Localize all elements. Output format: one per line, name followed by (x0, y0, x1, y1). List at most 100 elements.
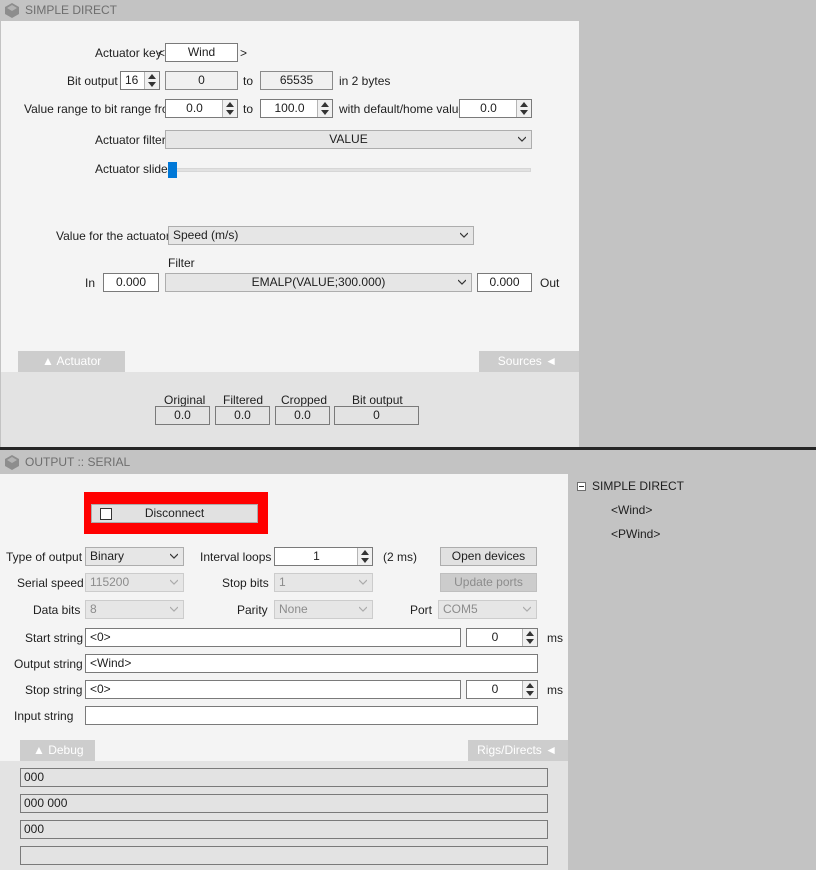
interval-loops-stepper[interactable]: 1 (274, 547, 373, 566)
parity-select[interactable]: None (274, 600, 373, 619)
tab-sources[interactable]: Sources ◄ (479, 351, 579, 372)
tree-child-item[interactable]: <PWind> (611, 527, 660, 541)
minus-icon (579, 486, 584, 487)
interval-loops-value: 1 (313, 549, 320, 563)
actuator-slider-thumb[interactable] (168, 162, 177, 178)
range-from-value: 0.0 (186, 101, 203, 115)
range-to-spin-icon[interactable] (317, 100, 332, 117)
debug-line (20, 846, 548, 865)
disconnect-button[interactable]: Disconnect (91, 504, 258, 523)
start-ms-spin-icon[interactable] (522, 629, 537, 646)
value-for-actuator-select[interactable]: Speed (m/s) (168, 226, 474, 245)
stop-ms-unit: ms (547, 683, 563, 697)
output-serial-titlebar: OUTPUT :: SERIAL (0, 452, 568, 473)
app-logo-icon (5, 3, 19, 18)
tab-debug[interactable]: ▲ Debug (20, 740, 95, 761)
stop-string-input[interactable]: <0> (85, 680, 461, 699)
bit-to-field: 65535 (260, 71, 333, 90)
chevron-down-icon (170, 579, 178, 585)
chevron-down-icon (359, 606, 367, 612)
filtered-label: Filtered (223, 393, 264, 407)
type-of-output-value: Binary (90, 549, 125, 563)
bit-output-value: 16 (125, 73, 139, 87)
type-of-output-label: Type of output (6, 550, 83, 564)
tree-collapse-toggle[interactable] (577, 482, 586, 491)
default-value-stepper[interactable]: 0.0 (459, 99, 532, 118)
stop-bits-select[interactable]: 1 (274, 573, 373, 592)
range-to-stepper[interactable]: 100.0 (260, 99, 333, 118)
window-separator (0, 447, 816, 450)
tab-actuator[interactable]: ▲ Actuator (18, 351, 125, 372)
app-logo-icon (5, 455, 19, 470)
port-select[interactable]: COM5 (438, 600, 537, 619)
original-value: 0.0 (155, 406, 210, 425)
stop-bits-value: 1 (279, 575, 286, 589)
bit-from-field: 0 (165, 71, 238, 90)
tree-root-item[interactable]: SIMPLE DIRECT (592, 479, 684, 493)
interval-ms-label: (2 ms) (383, 550, 417, 564)
chevron-down-icon (170, 606, 178, 612)
chevron-down-icon (523, 606, 531, 612)
port-label: Port (410, 603, 433, 617)
range-to-value: 100.0 (274, 101, 305, 115)
actuator-filter-select[interactable]: VALUE (165, 130, 532, 149)
bit-output-spin-icon[interactable] (144, 72, 159, 89)
out-value-field[interactable]: 0.000 (477, 273, 532, 292)
simple-direct-panel: Actuator key < Wind > Bit output 16 0 to… (1, 21, 579, 351)
bit-output-label: Bit output (67, 74, 118, 88)
bit-output-stepper[interactable]: 16 (120, 71, 160, 90)
actuator-filter-label: Actuator filter (95, 133, 166, 147)
tab-rigs-directs[interactable]: Rigs/Directs ◄ (468, 740, 568, 761)
default-value-label: with default/home value (339, 102, 466, 116)
interval-loops-label: Interval loops (200, 550, 272, 564)
default-value: 0.0 (480, 101, 497, 115)
start-string-label: Start string (25, 631, 84, 645)
value-for-actuator-label: Value for the actuator (56, 229, 170, 243)
stop-ms-spin-icon[interactable] (522, 681, 537, 698)
range-from-spin-icon[interactable] (222, 100, 237, 117)
actuator-key-prev[interactable]: < (158, 46, 165, 60)
filter-label: Filter (168, 256, 195, 270)
to-label-2: to (243, 102, 254, 116)
range-from-stepper[interactable]: 0.0 (165, 99, 238, 118)
chevron-down-icon (359, 579, 367, 585)
value-range-label: Value range to bit range from (24, 102, 179, 116)
start-string-input[interactable]: <0> (85, 628, 461, 647)
simple-direct-title: SIMPLE DIRECT (25, 3, 118, 17)
input-string-input[interactable] (85, 706, 538, 725)
chevron-down-icon (170, 553, 178, 559)
open-devices-button[interactable]: Open devices (440, 547, 537, 566)
in-value-field[interactable]: 0.000 (103, 273, 159, 292)
actuator-key-field[interactable]: Wind (165, 43, 238, 62)
output-string-label: Output string (14, 657, 83, 671)
serial-speed-label: Serial speed (17, 576, 84, 590)
default-value-spin-icon[interactable] (516, 100, 531, 117)
update-ports-button[interactable]: Update ports (440, 573, 537, 592)
output-string-input[interactable]: <Wind> (85, 654, 538, 673)
debug-line: 000 (20, 768, 548, 787)
stop-bits-label: Stop bits (222, 576, 269, 590)
chevron-down-icon (460, 232, 468, 238)
start-ms-stepper[interactable]: 0 (466, 628, 538, 647)
cropped-value: 0.0 (275, 406, 330, 425)
filter-select[interactable]: EMALP(VALUE;300.000) (165, 273, 472, 292)
serial-speed-select[interactable]: 115200 (85, 573, 184, 592)
start-ms-value: 0 (491, 630, 499, 644)
debug-panel: 000 000 000 000 (0, 761, 568, 870)
interval-loops-spin-icon[interactable] (357, 548, 372, 565)
stop-ms-stepper[interactable]: 0 (466, 680, 538, 699)
actuator-key-next[interactable]: > (240, 46, 247, 60)
type-of-output-select[interactable]: Binary (85, 547, 184, 566)
output-serial-title: OUTPUT :: SERIAL (25, 455, 131, 469)
parity-value: None (279, 602, 308, 616)
data-bits-label: Data bits (33, 603, 81, 617)
serial-speed-value: 115200 (90, 575, 130, 589)
actuator-slider-track[interactable] (169, 168, 531, 172)
data-bits-select[interactable]: 8 (85, 600, 184, 619)
to-label-1: to (243, 74, 254, 88)
disconnect-checkbox[interactable] (100, 508, 112, 520)
tree-child-item[interactable]: <Wind> (611, 503, 652, 517)
disconnect-label: Disconnect (144, 506, 205, 520)
original-label: Original (164, 393, 206, 407)
out-label: Out (540, 276, 560, 290)
